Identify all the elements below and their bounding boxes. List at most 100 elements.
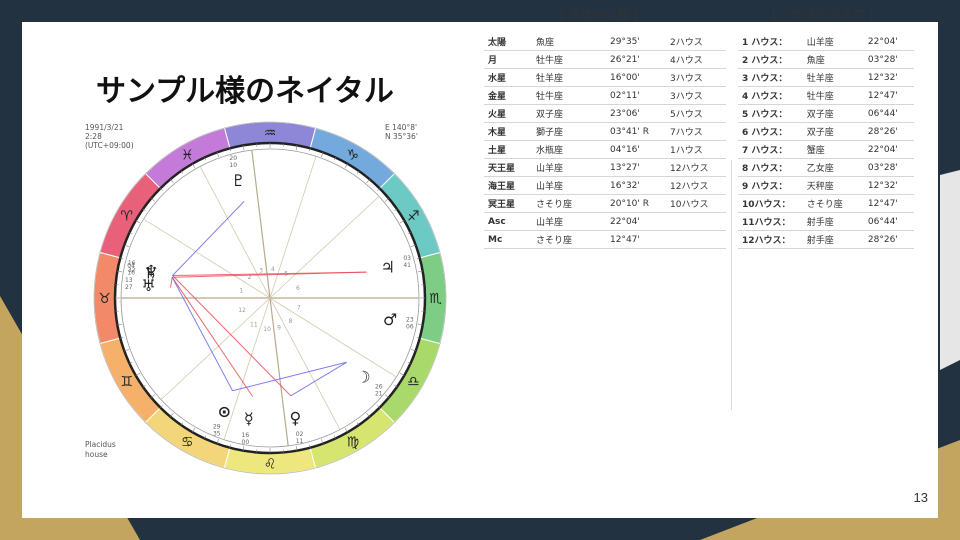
degree-tick bbox=[151, 394, 156, 398]
table-cell: 22°04' bbox=[863, 140, 914, 159]
zodiac-sign-glyph: ♐ bbox=[407, 208, 420, 224]
table-cell: 22°04' bbox=[606, 212, 666, 231]
table-row: Asc 山羊座 22°04' bbox=[484, 212, 726, 231]
degree-tick bbox=[366, 179, 370, 184]
table-cell: 23°06' bbox=[606, 104, 666, 123]
table-cell: 26°21' bbox=[606, 50, 666, 69]
zodiac-sign-glyph: ♌ bbox=[264, 457, 277, 473]
zodiac-sign-glyph: ♑ bbox=[346, 148, 359, 164]
table-cell: 2ハウス bbox=[666, 33, 726, 51]
house-number: 9 bbox=[277, 325, 281, 332]
table-row: 月牡牛座 26°21' 4ハウス bbox=[484, 50, 726, 69]
page-number: 13 bbox=[913, 490, 928, 505]
table-cell: 20°10' R bbox=[606, 194, 666, 213]
table-cell: 12ハウス bbox=[666, 176, 726, 195]
table-cell: 12ハウス bbox=[666, 158, 726, 177]
moon-icon: ☽ bbox=[356, 367, 370, 386]
aspect-line bbox=[171, 276, 233, 391]
table-cell: 11ハウス： bbox=[738, 212, 803, 231]
table-cell: 12°32' bbox=[863, 176, 914, 195]
table-cell: 牡羊座 bbox=[532, 68, 606, 87]
planet-minute: 21 bbox=[375, 390, 383, 397]
table-cell: 牡牛座 bbox=[532, 50, 606, 69]
table-row: 8 ハウス： 乙女座 03°28' bbox=[738, 158, 914, 177]
planet-degree: 20 bbox=[229, 155, 237, 162]
planet-minute: 32 bbox=[128, 267, 136, 274]
table-cell: 16°00' bbox=[606, 68, 666, 87]
table-cell bbox=[666, 212, 726, 231]
table-cell: 28°26' bbox=[863, 230, 914, 249]
table-cell: 山羊座 bbox=[532, 176, 606, 195]
house-cusp-lines bbox=[121, 150, 419, 446]
tables-divider bbox=[731, 160, 732, 410]
table-cell: 10ハウス： bbox=[738, 194, 803, 213]
aspect-line bbox=[290, 361, 347, 397]
table-cell: 山羊座 bbox=[532, 212, 606, 231]
table-row: 2 ハウス： 魚座 03°28' bbox=[738, 50, 914, 69]
table-cell: 火星 bbox=[484, 104, 532, 123]
aspect-line bbox=[170, 277, 173, 288]
house-number: 4 bbox=[271, 266, 275, 273]
table-cell: 12ハウス： bbox=[738, 230, 803, 249]
house-number: 10 bbox=[263, 326, 271, 333]
table-cell: 12°47' bbox=[863, 86, 914, 105]
table-row: 太陽 魚座 29°35' 2ハウス bbox=[484, 33, 726, 51]
table-cell: 射手座 bbox=[802, 212, 864, 231]
house-cusp-line bbox=[269, 297, 341, 430]
house-cusp-line bbox=[143, 218, 271, 299]
planet-minute: 27 bbox=[125, 284, 133, 291]
table-cell: 13°27' bbox=[606, 158, 666, 177]
zodiac-sign-glyph: ♊ bbox=[120, 374, 133, 390]
table-cell: 10ハウス bbox=[666, 194, 726, 213]
table-cell: さそり座 bbox=[532, 194, 606, 213]
zodiac-sign-glyph: ♍ bbox=[346, 434, 359, 450]
table-cell bbox=[666, 230, 726, 249]
pluto-icon: ♇ bbox=[231, 171, 245, 190]
aspect-line bbox=[232, 361, 347, 392]
table-row: 海王星 山羊座 16°32' 12ハウス bbox=[484, 176, 726, 195]
planet-minute: 00 bbox=[242, 439, 250, 446]
planet-minute: 11 bbox=[296, 438, 304, 445]
table-cell: 3ハウス bbox=[666, 68, 726, 87]
table-cell: 蟹座 bbox=[802, 140, 864, 159]
table-cell: Asc bbox=[484, 212, 532, 231]
table-cell: 1ハウス bbox=[666, 140, 726, 159]
sun-icon: ⊙ bbox=[218, 402, 231, 421]
table-cell: 海王星 bbox=[484, 176, 532, 195]
table-cell: 獅子座 bbox=[532, 122, 606, 141]
table-row: 金星 牡牛座 02°11' 3ハウス bbox=[484, 86, 726, 105]
zodiac-sign-glyph: ♏ bbox=[429, 291, 442, 307]
table-cell: 7ハウス bbox=[666, 122, 726, 141]
planet-minute: 06 bbox=[406, 324, 414, 331]
degree-tick bbox=[366, 412, 370, 417]
house-number: 11 bbox=[250, 321, 258, 328]
table-cell: 太陽 bbox=[484, 33, 532, 51]
table-cell: 06°44' bbox=[863, 104, 914, 123]
table-row: Mc さそり座 12°47' bbox=[484, 230, 726, 249]
table-cell: 魚座 bbox=[532, 33, 606, 51]
aspect-line bbox=[172, 201, 245, 276]
zodiac-sign-glyph: ♈ bbox=[120, 208, 133, 224]
house-cusp-line bbox=[269, 297, 289, 446]
zodiac-sign-glyph: ♒ bbox=[264, 126, 277, 142]
house-number: 8 bbox=[289, 318, 293, 325]
table-row: 6 ハウス： 双子座 28°26' bbox=[738, 122, 914, 141]
table-cell: 03°28' bbox=[863, 50, 914, 69]
table-row: 天王星 山羊座 13°27' 12ハウス bbox=[484, 158, 726, 177]
planets-table: 太陽 魚座 29°35' 2ハウス月牡牛座 26°21' 4ハウス 水星 牡羊座 16°00' 3… bbox=[484, 33, 726, 249]
table-cell: 12°47' bbox=[863, 194, 914, 213]
table-cell: 乙女座 bbox=[802, 158, 864, 177]
planet-minute: 41 bbox=[403, 262, 411, 269]
table-row: 1 ハウス： 山羊座 22°04' bbox=[738, 33, 914, 51]
planets-table-title: [ 天体の位置 ] bbox=[560, 8, 637, 22]
table-cell: 04°16' bbox=[606, 140, 666, 159]
table-cell: 12°32' bbox=[863, 68, 914, 87]
table-cell: 4 ハウス： bbox=[738, 86, 803, 105]
planet-degree: 16 bbox=[242, 432, 250, 439]
table-cell: 12°47' bbox=[606, 230, 666, 249]
table-row: 4 ハウス： 牡牛座 12°47' bbox=[738, 86, 914, 105]
table-cell: 水瓶座 bbox=[532, 140, 606, 159]
table-cell: 3 ハウス： bbox=[738, 68, 803, 87]
table-cell: 月 bbox=[484, 50, 532, 69]
table-cell: さそり座 bbox=[532, 230, 606, 249]
